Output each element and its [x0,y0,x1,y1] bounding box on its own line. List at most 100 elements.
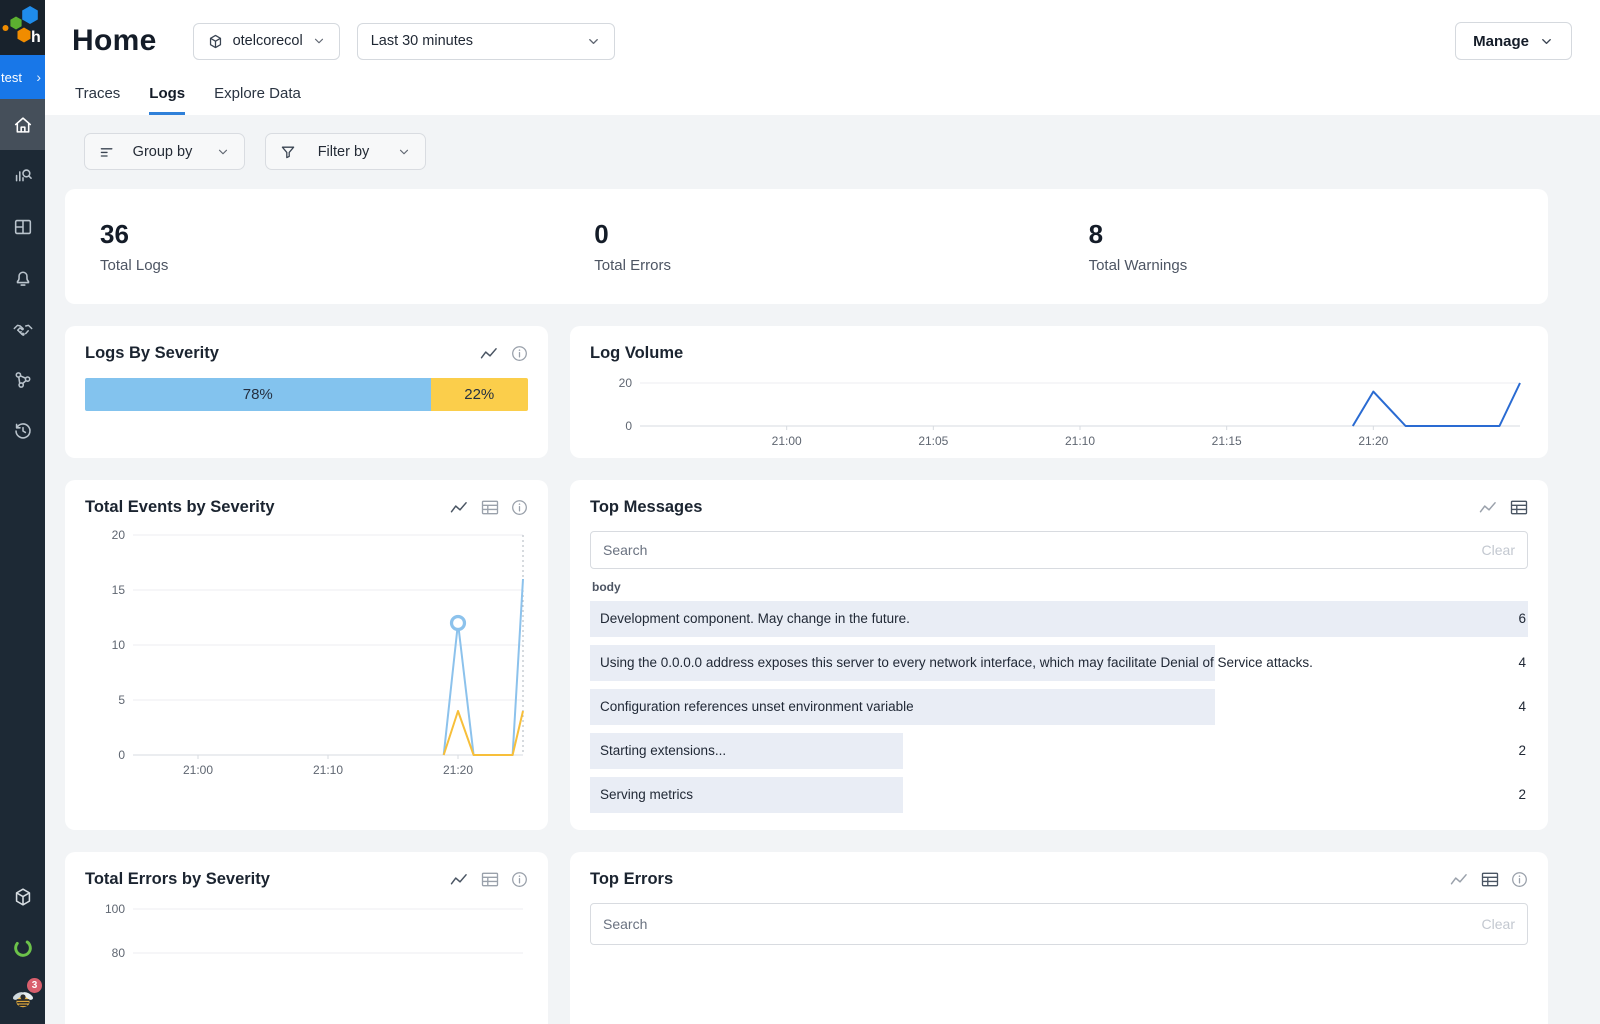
query-icon [12,165,34,187]
line-chart-icon[interactable] [450,500,469,515]
svg-text:20: 20 [112,528,126,542]
time-range-label: Last 30 minutes [371,33,577,49]
top-errors-title: Top Errors [590,870,1450,889]
sidebar-item-help-bee[interactable]: 3 [0,973,45,1024]
total-errors-value: 0 [594,219,1053,250]
table-row[interactable]: Starting extensions... 2 [590,733,1528,769]
row-message-text: Configuration references unset environme… [600,689,914,725]
info-icon[interactable] [511,871,528,888]
line-chart-icon[interactable] [1479,500,1498,515]
manage-button-label: Manage [1473,33,1529,50]
line-chart-icon[interactable] [480,346,499,361]
boards-icon [12,216,34,238]
workspace-switcher[interactable]: test › [0,55,45,99]
info-icon[interactable] [1511,871,1528,888]
total-warnings-value: 8 [1089,219,1548,250]
svg-text:20: 20 [619,376,633,390]
package-cube-icon [12,886,34,908]
tab-logs[interactable]: Logs [149,85,185,115]
filter-by-button[interactable]: Filter by [265,133,426,170]
severity-segment-info[interactable]: 78% [85,378,431,411]
honeycomb-logo[interactable]: h [0,0,45,55]
svg-text:21:05: 21:05 [918,434,948,448]
sidebar-item-alerts[interactable] [0,252,45,303]
time-range-selector[interactable]: Last 30 minutes [357,23,615,60]
page-title: Home [72,24,157,58]
sidebar-item-history[interactable] [0,405,45,456]
row-message-text: Using the 0.0.0.0 address exposes this s… [600,645,1313,681]
sidebar-item-slos[interactable] [0,303,45,354]
search-input[interactable] [603,542,1482,558]
line-chart-icon[interactable] [450,872,469,887]
dataset-selector[interactable]: otelcorecol [193,23,340,60]
status-ring-icon [12,937,34,959]
log-volume-title: Log Volume [590,344,1528,363]
sidebar-item-service-map[interactable] [0,354,45,405]
sidebar-item-query[interactable] [0,150,45,201]
chevron-down-icon [312,34,326,48]
svg-text:21:15: 21:15 [1212,434,1242,448]
summary-stats-card: 36 Total Logs 0 Total Errors 8 Total War… [65,189,1548,304]
sidebar-item-boards[interactable] [0,201,45,252]
tab-explore-data[interactable]: Explore Data [214,85,301,115]
top-errors-card: Top Errors Clear [570,852,1548,1024]
page-header: Home otelcorecol Last 30 minutes Manage … [45,0,1600,115]
main-area: Home otelcorecol Last 30 minutes Manage … [45,0,1600,1024]
info-icon[interactable] [511,345,528,362]
clear-search-link[interactable]: Clear [1482,542,1515,558]
svg-text:10: 10 [112,638,126,652]
svg-text:15: 15 [112,583,126,597]
svg-text:100: 100 [105,902,125,916]
total-logs-label: Total Logs [100,257,559,274]
table-row[interactable]: Development component. May change in the… [590,601,1528,637]
group-by-label: Group by [127,144,198,160]
chevron-down-icon [216,145,230,159]
table-row[interactable]: Serving metrics 2 [590,777,1528,813]
honeycomb-logo-icon: h [0,0,45,55]
dataset-selector-label: otelcorecol [233,33,303,49]
sidebar-item-status[interactable] [0,922,45,973]
sidebar-item-home[interactable] [0,99,45,150]
manage-button[interactable]: Manage [1455,22,1572,60]
info-icon[interactable] [511,499,528,516]
total-events-chart[interactable]: 0510152021:0021:1021:20 [85,523,528,785]
row-count: 2 [1518,733,1526,769]
search-input[interactable] [603,916,1482,932]
svg-text:0: 0 [118,748,125,762]
row-count: 4 [1518,645,1526,681]
alerts-bell-icon [12,267,34,289]
workspace-name: test [1,70,36,85]
dataset-cube-icon [207,33,224,50]
table-view-icon[interactable] [1481,872,1499,887]
history-icon [12,420,34,442]
svg-text:21:00: 21:00 [183,763,213,777]
sidebar: h test › [0,0,45,1024]
total-logs-value: 36 [100,219,559,250]
clear-search-link[interactable]: Clear [1482,916,1515,932]
tab-bar: Traces Logs Explore Data [72,85,1572,115]
top-messages-card: Top Messages Clear body [570,480,1548,830]
table-row[interactable]: Using the 0.0.0.0 address exposes this s… [590,645,1528,681]
chevron-down-icon [397,145,411,159]
log-volume-chart[interactable]: 02021:0021:0521:1021:1521:20 [590,369,1528,449]
table-view-icon[interactable] [481,500,499,515]
tab-traces[interactable]: Traces [75,85,120,115]
logs-by-severity-card: Logs By Severity 78% 22% [65,326,548,458]
sidebar-item-package[interactable] [0,871,45,922]
svg-text:h: h [31,29,41,46]
svg-text:21:10: 21:10 [313,763,343,777]
table-row[interactable]: Configuration references unset environme… [590,689,1528,725]
total-events-title: Total Events by Severity [85,498,450,517]
stat-total-errors: 0 Total Errors [559,219,1053,274]
line-chart-icon[interactable] [1450,872,1469,887]
group-by-button[interactable]: Group by [84,133,245,170]
table-view-icon[interactable] [1510,500,1528,515]
total-events-card: Total Events by Severity 0510152021:00 [65,480,548,830]
severity-stacked-bar: 78% 22% [85,378,528,411]
total-errors-title: Total Errors by Severity [85,870,450,889]
svg-text:21:10: 21:10 [1065,434,1095,448]
sidebar-spacer [0,456,45,871]
total-errors-chart[interactable]: 10080 [85,895,528,1015]
table-view-icon[interactable] [481,872,499,887]
severity-segment-warn[interactable]: 22% [431,378,528,411]
